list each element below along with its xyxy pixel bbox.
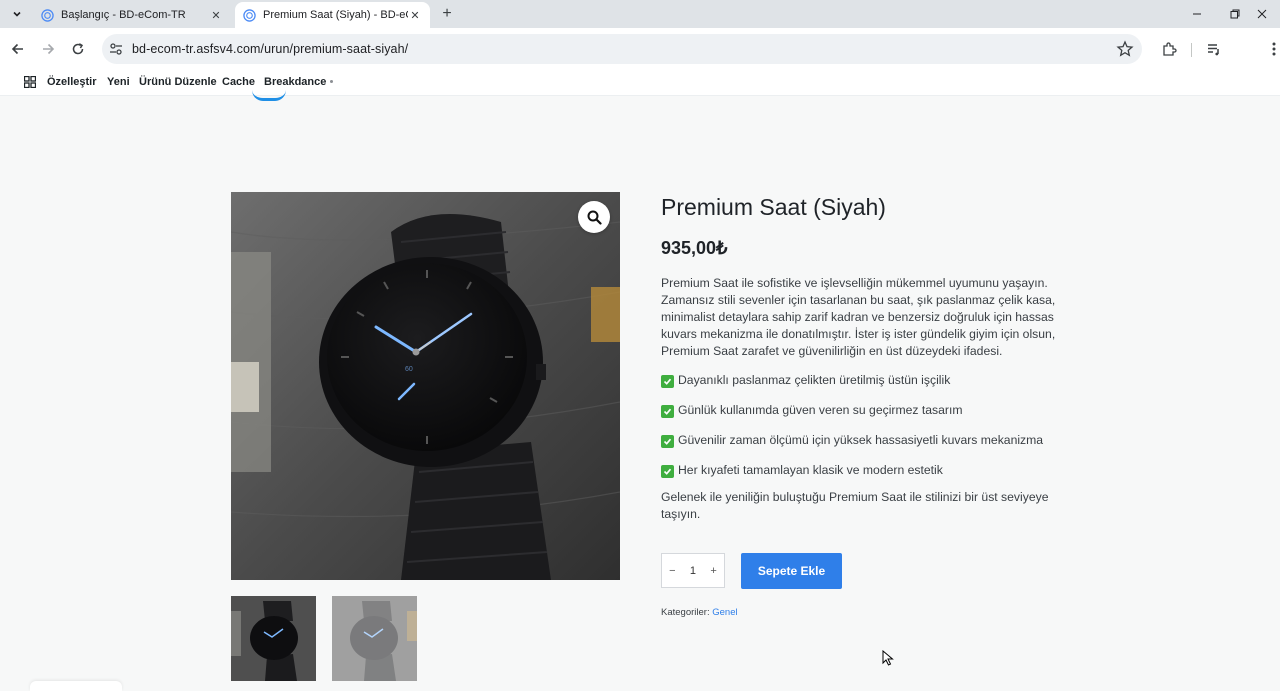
- category-link[interactable]: Genel: [712, 607, 737, 618]
- add-to-cart-button[interactable]: Sepete Ekle: [741, 553, 842, 589]
- admin-edit-product-link[interactable]: Ürünü Düzenle: [139, 76, 217, 88]
- product-main-image[interactable]: 60: [231, 192, 620, 580]
- arrow-left-icon: [11, 43, 23, 55]
- check-icon: [661, 435, 674, 448]
- admin-breakdance-link[interactable]: Breakdance: [264, 76, 334, 88]
- product-price: 935,00₺: [661, 238, 728, 258]
- feature-text: Güvenilir zaman ölçümü için yüksek hassa…: [678, 433, 1044, 447]
- feature-item: Her kıyafeti tamamlayan klasik ve modern…: [661, 462, 1081, 492]
- check-icon: [661, 465, 674, 478]
- url-text: bd-ecom-tr.asfsv4.com/urun/premium-saat-…: [132, 42, 409, 56]
- status-dot: [330, 80, 334, 83]
- new-tab-button[interactable]: +: [438, 5, 456, 23]
- mouse-cursor-icon: [882, 650, 894, 666]
- browser-toolbar: bd-ecom-tr.asfsv4.com/urun/premium-saat-…: [0, 28, 1280, 70]
- tab-title: Premium Saat (Siyah) - BD-eCom-TR: [263, 9, 408, 21]
- watch-thumbnail-image: [231, 596, 316, 681]
- extensions-button[interactable]: [1159, 39, 1179, 59]
- chevron-down-icon: [13, 11, 21, 17]
- playlist-icon: [1208, 44, 1219, 56]
- close-icon: [1257, 9, 1267, 19]
- close-icon[interactable]: ✕: [209, 8, 223, 22]
- window-close-button[interactable]: [1240, 0, 1280, 28]
- arrow-right-icon: [43, 43, 55, 55]
- more-vertical-icon: [1272, 42, 1276, 56]
- floating-panel-tab[interactable]: [30, 681, 122, 691]
- star-icon[interactable]: [1116, 40, 1134, 58]
- search-icon: [587, 210, 602, 225]
- feature-item: Güvenilir zaman ölçümü için yüksek hassa…: [661, 432, 1081, 462]
- minimize-icon: [1193, 13, 1201, 15]
- admin-bar: Özelleştir Yeni Ürünü Düzenle Cache Brea…: [0, 70, 1280, 96]
- puzzle-icon: [1163, 42, 1177, 56]
- feature-text: Her kıyafeti tamamlayan klasik ve modern…: [678, 463, 943, 477]
- feature-text: Günlük kullanımda güven veren su geçirme…: [678, 403, 963, 417]
- feature-item: Günlük kullanımda güven veren su geçirme…: [661, 402, 1081, 432]
- admin-breakdance-label: Breakdance: [264, 76, 327, 88]
- admin-cache-link[interactable]: Cache: [222, 76, 255, 88]
- quantity-input[interactable]: 1: [690, 565, 696, 577]
- browser-menu-button[interactable]: [1264, 39, 1280, 59]
- site-favicon-icon: [243, 8, 256, 22]
- site-favicon-icon: [41, 8, 54, 22]
- watch-dial-number: 60: [405, 366, 413, 373]
- close-icon[interactable]: ✕: [408, 8, 422, 22]
- product-thumbnail[interactable]: [332, 596, 417, 681]
- admin-new-link[interactable]: Yeni: [107, 76, 130, 88]
- check-icon: [661, 375, 674, 388]
- back-button[interactable]: [7, 38, 29, 60]
- tab-title: Başlangıç - BD-eCom-TR: [61, 9, 186, 21]
- product-closing-text: Gelenek ile yeniliğin buluştuğu Premium …: [661, 490, 1049, 521]
- tab-home[interactable]: Başlangıç - BD-eCom-TR ✕: [33, 2, 231, 28]
- toolbar-divider: [1191, 43, 1192, 57]
- product-description: Premium Saat ile sofistike ve işlevselli…: [661, 276, 1056, 358]
- feature-item: Dayanıklı paslanmaz çelikten üretilmiş ü…: [661, 372, 1081, 402]
- check-icon: [661, 405, 674, 418]
- grid-icon[interactable]: [24, 76, 36, 88]
- tab-strip: Başlangıç - BD-eCom-TR ✕ Premium Saat (S…: [0, 0, 1280, 28]
- site-logo[interactable]: [252, 90, 286, 101]
- quantity-decrease-button[interactable]: −: [669, 565, 675, 577]
- tab-product[interactable]: Premium Saat (Siyah) - BD-eCom-TR ✕: [235, 2, 430, 28]
- reload-icon: [72, 43, 84, 55]
- quantity-stepper: − 1 +: [661, 553, 725, 588]
- feature-text: Dayanıklı paslanmaz çelikten üretilmiş ü…: [678, 373, 951, 387]
- product-categories: Kategoriler: Genel: [661, 607, 738, 618]
- watch-thumbnail-image: [332, 596, 417, 681]
- categories-label: Kategoriler:: [661, 607, 710, 618]
- restore-icon: [1230, 9, 1240, 19]
- site-info-icon[interactable]: [108, 41, 124, 57]
- address-bar[interactable]: bd-ecom-tr.asfsv4.com/urun/premium-saat-…: [102, 34, 1142, 64]
- watch-image: 60: [231, 192, 620, 580]
- product-title: Premium Saat (Siyah): [661, 194, 886, 220]
- quantity-increase-button[interactable]: +: [710, 565, 716, 577]
- feature-list: Dayanıklı paslanmaz çelikten üretilmiş ü…: [661, 372, 1081, 492]
- forward-button[interactable]: [37, 38, 59, 60]
- product-thumbnail[interactable]: [231, 596, 316, 681]
- zoom-button[interactable]: [578, 201, 610, 233]
- media-controls-button[interactable]: [1204, 39, 1224, 59]
- admin-customize-link[interactable]: Özelleştir: [47, 76, 97, 88]
- reload-button[interactable]: [67, 38, 89, 60]
- tab-search-button[interactable]: [6, 4, 28, 24]
